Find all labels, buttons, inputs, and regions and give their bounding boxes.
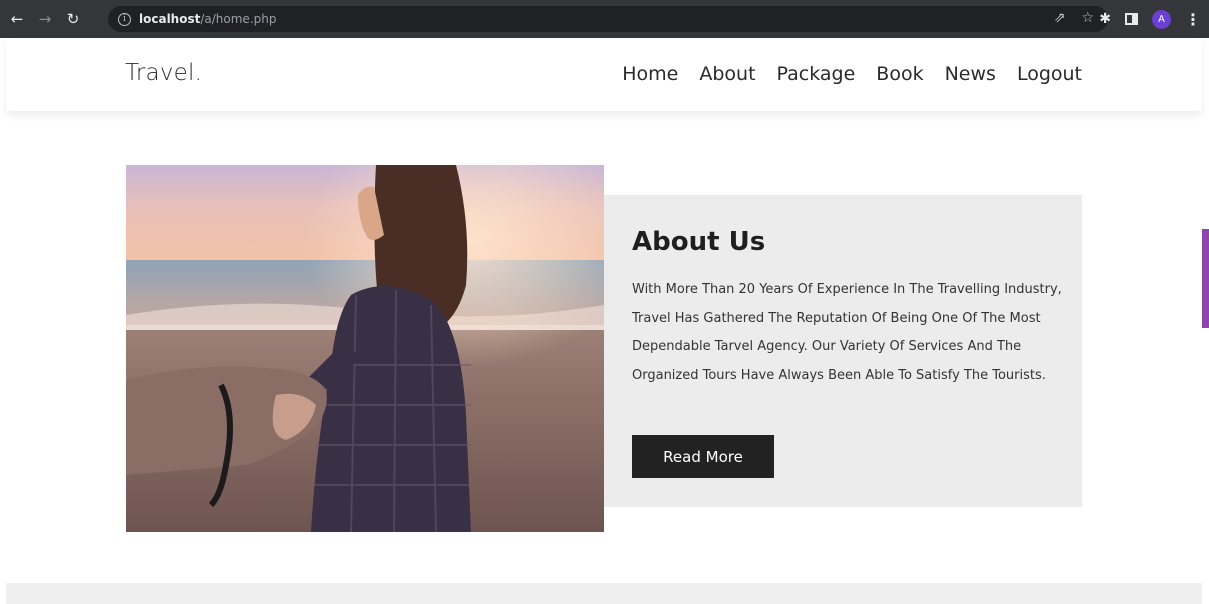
back-arrow-icon[interactable]: ← [6, 8, 28, 30]
extensions-puzzle-icon[interactable]: ✱ [1099, 11, 1111, 27]
side-panel-icon[interactable] [1125, 13, 1138, 25]
read-more-button[interactable]: Read More [632, 435, 774, 478]
nav-logout-link[interactable]: Logout [1017, 63, 1082, 85]
url-host: localhost [139, 12, 201, 26]
nav-package-link[interactable]: Package [777, 63, 856, 85]
next-section-band [6, 583, 1202, 604]
about-section: About Us With More Than 20 Years Of Expe… [604, 195, 1082, 507]
share-icon[interactable]: ⇗ [1054, 10, 1066, 26]
nav-book-link[interactable]: Book [876, 63, 923, 85]
browser-toolbar: ← → ↻ i localhost/a/home.php ⇗ ☆ ✱ A ⋮ [0, 0, 1209, 38]
nav-about-link[interactable]: About [699, 63, 755, 85]
reload-icon[interactable]: ↻ [62, 8, 84, 30]
bookmark-star-icon[interactable]: ☆ [1081, 10, 1094, 26]
url-path: /a/home.php [200, 12, 277, 26]
side-tab[interactable] [1202, 229, 1209, 328]
nav-news-link[interactable]: News [945, 63, 996, 85]
about-description: With More Than 20 Years Of Experience In… [632, 282, 1062, 383]
address-bar[interactable]: i localhost/a/home.php ⇗ ☆ [108, 6, 1108, 32]
kebab-menu-icon[interactable]: ⋮ [1185, 10, 1201, 29]
site-logo[interactable]: Travel. [125, 60, 202, 86]
nav-home-link[interactable]: Home [622, 63, 678, 85]
profile-avatar[interactable]: A [1152, 9, 1171, 29]
site-header: Travel. Home About Package Book News Log… [6, 38, 1202, 111]
site-info-icon[interactable]: i [118, 12, 131, 26]
about-photo [126, 165, 604, 532]
main-nav: Home About Package Book News Logout [622, 63, 1082, 85]
about-title: About Us [632, 227, 766, 257]
forward-arrow-icon[interactable]: → [34, 8, 56, 30]
